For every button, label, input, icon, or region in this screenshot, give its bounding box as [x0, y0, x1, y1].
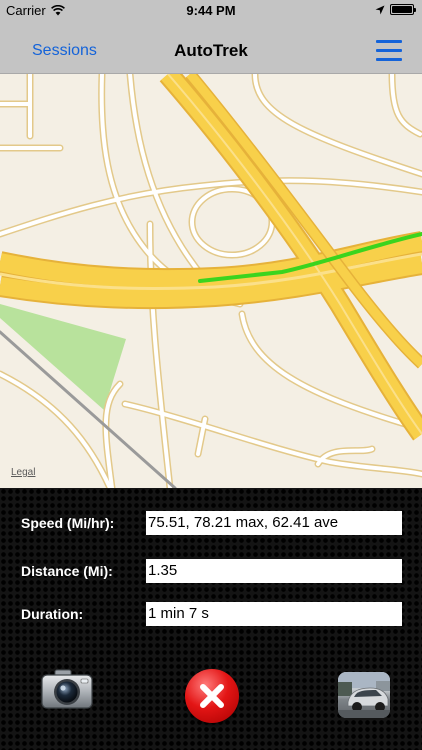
- location-arrow-icon: [375, 5, 385, 15]
- legal-link[interactable]: Legal: [11, 467, 35, 478]
- battery-icon: [390, 4, 416, 15]
- status-bar: Carrier 9:44 PM: [0, 0, 422, 28]
- map-canvas: [0, 74, 422, 488]
- duration-label: Duration:: [21, 606, 84, 622]
- cancel-button[interactable]: [185, 669, 239, 723]
- camera-icon: [41, 669, 93, 709]
- duration-row: Duration: 1 min 7 s: [0, 602, 422, 626]
- park-area: [0, 304, 126, 410]
- distance-label: Distance (Mi):: [21, 563, 113, 579]
- car-photo-image: [338, 672, 390, 718]
- distance-row: Distance (Mi): 1.35: [0, 559, 422, 583]
- hamburger-menu-icon[interactable]: [376, 40, 402, 62]
- navigation-bar: Sessions AutoTrek: [0, 28, 422, 74]
- camera-button[interactable]: [41, 668, 93, 710]
- status-right-group: [375, 4, 416, 15]
- duration-value: 1 min 7 s: [146, 602, 402, 626]
- distance-value: 1.35: [146, 559, 402, 583]
- speed-label: Speed (Mi/hr):: [21, 515, 115, 531]
- sessions-button[interactable]: Sessions: [32, 42, 97, 60]
- speed-row: Speed (Mi/hr): 75.51, 78.21 max, 62.41 a…: [0, 511, 422, 535]
- speed-value: 75.51, 78.21 max, 62.41 ave: [146, 511, 402, 535]
- route-map[interactable]: Legal: [0, 74, 422, 488]
- red-x-cancel-icon: [200, 684, 224, 708]
- photo-thumbnail[interactable]: [338, 672, 390, 718]
- status-time: 9:44 PM: [186, 3, 236, 18]
